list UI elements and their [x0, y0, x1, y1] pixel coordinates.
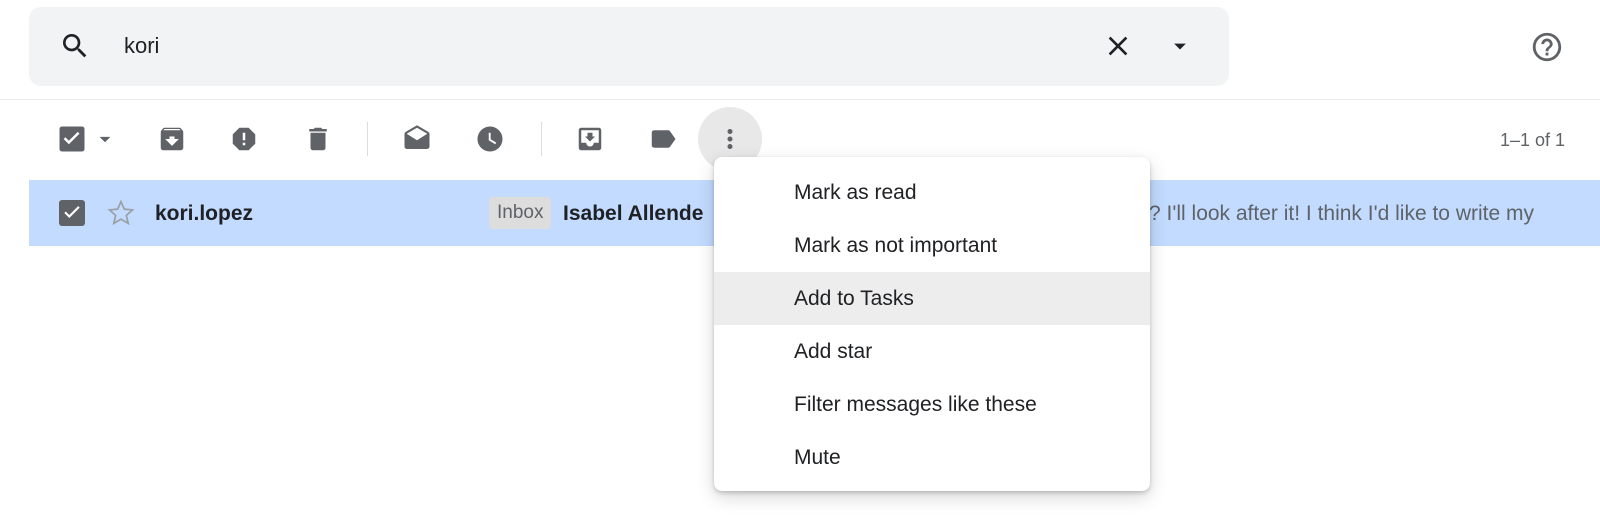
toolbar-separator [541, 122, 542, 156]
select-all-checkbox-icon[interactable] [57, 124, 87, 154]
select-options-chevron-icon[interactable] [92, 124, 118, 154]
search-bar [29, 7, 1229, 86]
report-spam-icon[interactable] [229, 124, 259, 154]
checkmark-icon [64, 206, 80, 218]
row-sender: kori.lopez [155, 202, 254, 225]
search-input[interactable]: kori [124, 30, 159, 62]
search-icon[interactable] [59, 30, 91, 62]
inbox-label-badge: Inbox [489, 197, 552, 229]
row-checkbox[interactable] [59, 200, 85, 226]
close-icon[interactable] [1102, 30, 1134, 62]
row-snippet: ? I'll look after it! I think I'd like t… [1149, 202, 1534, 225]
archive-icon[interactable] [157, 124, 187, 154]
more-actions-menu: Mark as read Mark as not important Add t… [714, 157, 1150, 491]
menu-item-mute[interactable]: Mute [714, 431, 1150, 484]
menu-item-mark-as-not-important[interactable]: Mark as not important [714, 219, 1150, 272]
delete-icon[interactable] [303, 124, 333, 154]
chevron-down-icon[interactable] [1166, 30, 1194, 62]
mark-as-read-icon[interactable] [402, 124, 432, 154]
header-divider [0, 99, 1600, 100]
pagination-text: 1–1 of 1 [1499, 130, 1565, 150]
snooze-icon[interactable] [475, 124, 505, 154]
menu-item-filter-messages[interactable]: Filter messages like these [714, 378, 1150, 431]
help-icon[interactable] [1530, 30, 1564, 64]
toolbar-separator [367, 122, 368, 156]
row-subject: Isabel Allende [563, 202, 704, 225]
menu-item-mark-as-read[interactable]: Mark as read [714, 166, 1150, 219]
menu-item-add-to-tasks[interactable]: Add to Tasks [714, 272, 1150, 325]
label-icon[interactable] [648, 124, 678, 154]
menu-item-add-star[interactable]: Add star [714, 325, 1150, 378]
star-icon[interactable] [105, 197, 137, 229]
more-vert-icon[interactable] [715, 124, 745, 154]
move-to-inbox-icon[interactable] [575, 124, 605, 154]
